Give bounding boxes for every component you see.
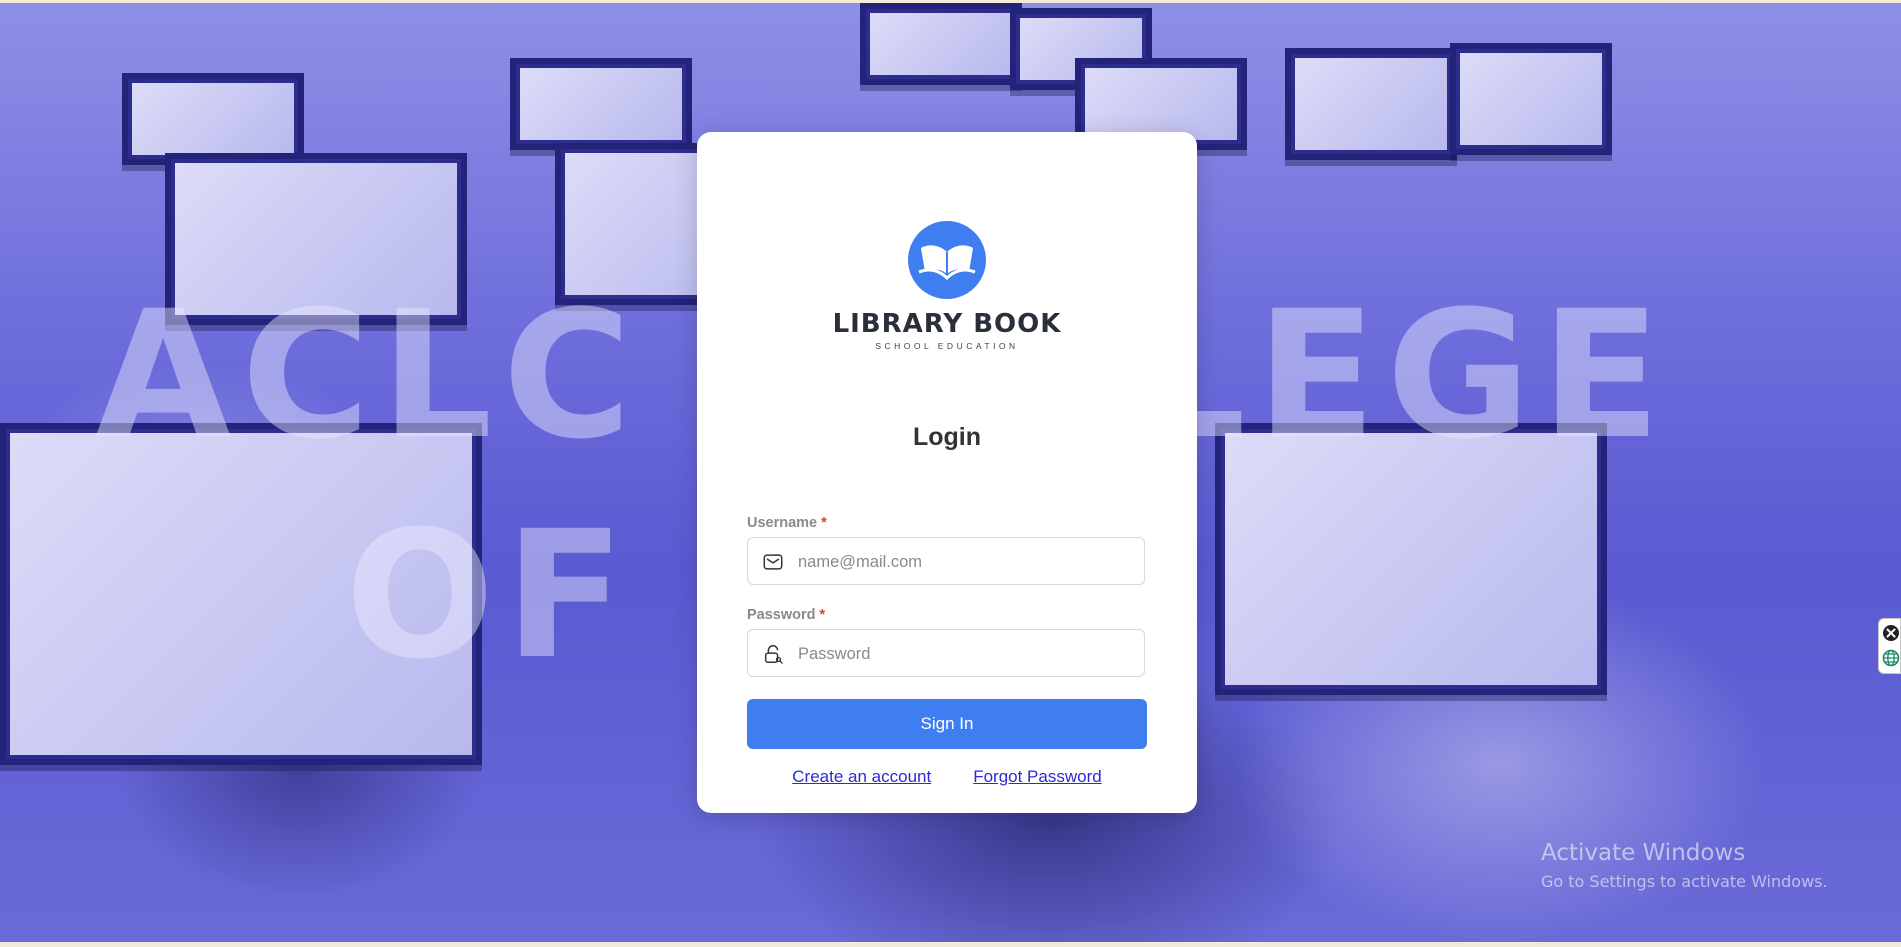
- login-card: LIBRARY BOOK SCHOOL EDUCATION Login User…: [697, 132, 1197, 813]
- background-monitor: [510, 58, 692, 150]
- windows-activation-notice: Activate Windows Go to Settings to activ…: [1541, 840, 1828, 891]
- background-monitor: [122, 73, 304, 165]
- auth-links: Create an account Forgot Password: [697, 767, 1197, 787]
- background-monitor: [1450, 43, 1612, 155]
- password-input[interactable]: [796, 630, 1140, 678]
- activation-subtitle: Go to Settings to activate Windows.: [1541, 872, 1828, 891]
- side-toolbar-widget: [1878, 618, 1901, 674]
- close-icon[interactable]: [1882, 624, 1900, 642]
- username-label: Username *: [747, 515, 827, 531]
- brand-tagline: SCHOOL EDUCATION: [875, 341, 1019, 351]
- background-monitor: [1285, 48, 1457, 160]
- page-title: Login: [912, 423, 982, 451]
- password-label: Password *: [747, 607, 825, 623]
- required-marker: *: [819, 607, 826, 623]
- lock-icon: [764, 645, 783, 664]
- activation-title: Activate Windows: [1541, 840, 1746, 866]
- required-marker: *: [821, 515, 827, 531]
- sign-in-button[interactable]: Sign In: [747, 699, 1147, 749]
- password-label-text: Password: [747, 607, 816, 623]
- username-label-text: Username: [747, 515, 818, 531]
- mail-icon: [763, 554, 783, 570]
- password-field[interactable]: [747, 629, 1145, 678]
- forgot-password-link[interactable]: Forgot Password: [973, 767, 1102, 787]
- background-monitor: [860, 3, 1022, 85]
- brand-name: LIBRARY BOOK: [832, 309, 1062, 339]
- username-input[interactable]: [796, 538, 1140, 586]
- create-account-link[interactable]: Create an account: [792, 767, 931, 787]
- globe-icon[interactable]: [1882, 649, 1900, 667]
- username-field[interactable]: [747, 537, 1145, 586]
- open-book-icon: [908, 221, 986, 299]
